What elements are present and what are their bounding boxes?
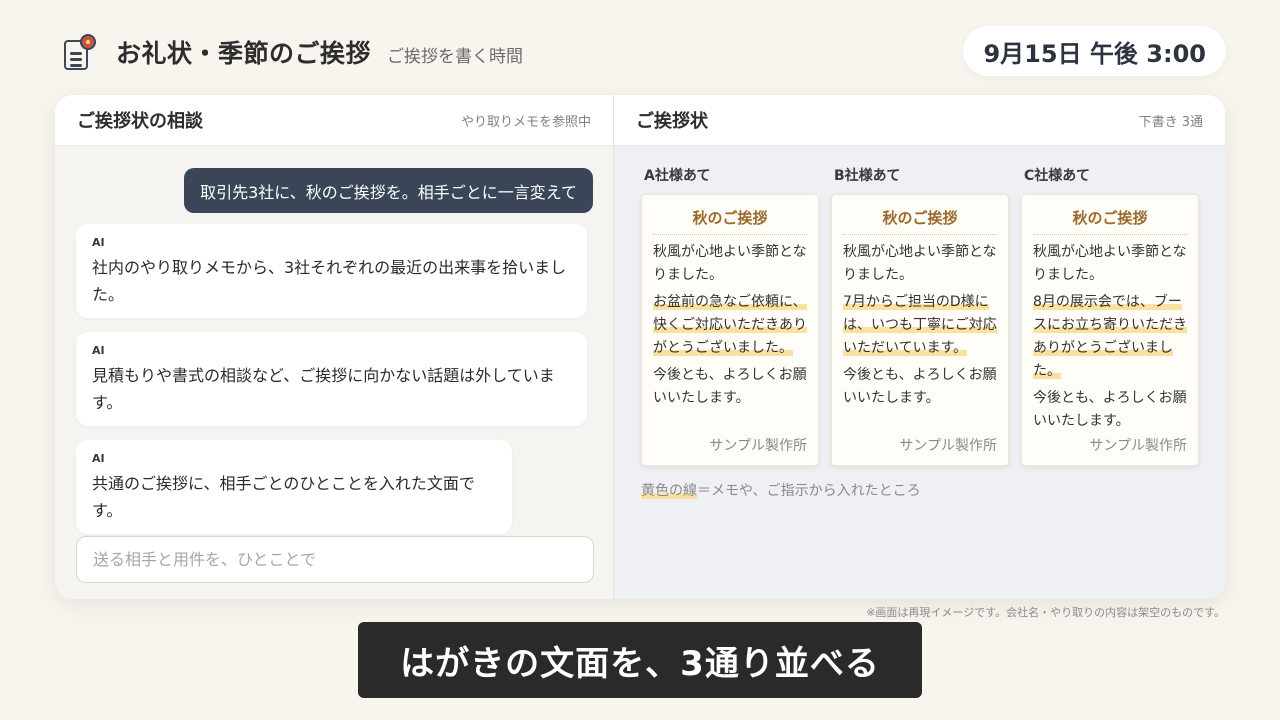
letter-recipient: B社様あて [834, 168, 901, 184]
legend-key: 黄色の線 [641, 483, 697, 499]
postcard-draft[interactable]: 秋のご挨拶 秋風が心地よい季節となりました。 8月の展示会では、ブースにお立ち寄… [1021, 194, 1199, 466]
letter-icon [62, 32, 96, 72]
ai-message: AI 見積もりや書式の相談など、ご挨拶に向かない話題は外しています。 [76, 332, 587, 426]
clock: 9月15日 午後 3:00 [963, 26, 1226, 76]
message-input[interactable] [76, 536, 594, 583]
letter-recipient: C社様あて [1024, 168, 1090, 184]
ai-message: AI 共通のご挨拶に、相手ごとのひとことを入れた文面です。 [76, 440, 512, 534]
app-subtitle: ご挨拶を書く時間 [387, 46, 524, 67]
ai-message-text: 社内のやり取りメモから、3社それぞれの最近の出来事を拾いました。 [92, 258, 567, 304]
postcard-personal-note: お盆前の急なご依頼に、快くご対応いただきありがとうございました。 [653, 294, 807, 356]
postcard-closing: 今後とも、よろしくお願いいたします。 [653, 367, 807, 406]
user-message: 取引先3社に、秋のご挨拶を。相手ごとに一言変えて [184, 168, 593, 213]
memo-reference-status: やり取りメモを参照中 [460, 114, 591, 130]
postcard-title: 秋のご挨拶 [843, 207, 997, 235]
subtitle-caption: はがきの文面を、3通り並べる [358, 622, 922, 698]
postcard-opening: 秋風が心地よい季節となりました。 [843, 244, 997, 283]
letters-panel-header: ご挨拶状 下書き 3通 [614, 95, 1225, 146]
letter-recipient: A社様あて [644, 168, 711, 184]
disclaimer: ※画面は再現イメージです。会社名・やり取りの内容は架空のものです。 [866, 606, 1225, 619]
postcard-personal-note: 8月の展示会では、ブースにお立ち寄りいただきありがとうございました。 [1033, 294, 1187, 379]
postcard-signature: サンプル製作所 [899, 438, 997, 454]
postcard-opening: 秋風が心地よい季節となりました。 [653, 244, 807, 283]
app-title: お礼状・季節のご挨拶 [116, 39, 372, 68]
chat-panel-title: ご挨拶状の相談 [77, 111, 203, 132]
letter-column: C社様あて 秋のご挨拶 秋風が心地よい季節となりました。 8月の展示会では、ブー… [1021, 165, 1199, 466]
postcard-draft[interactable]: 秋のご挨拶 秋風が心地よい季節となりました。 お盆前の急なご依頼に、快くご対応い… [641, 194, 819, 466]
postcard-personal-note: 7月からご担当のD様には、いつも丁寧にご対応いただいています。 [843, 294, 997, 356]
legend-text: ＝メモや、ご指示から入れたところ [697, 483, 921, 499]
postcard-title: 秋のご挨拶 [653, 207, 807, 235]
postcard-opening: 秋風が心地よい季節となりました。 [1033, 244, 1187, 283]
main-window: ご挨拶状の相談 やり取りメモを参照中 取引先3社に、秋のご挨拶を。相手ごとに一言… [55, 95, 1225, 599]
postcard-closing: 今後とも、よろしくお願いいたします。 [843, 367, 997, 406]
app-header: お礼状・季節のご挨拶 ご挨拶を書く時間 [62, 30, 523, 74]
draft-count: 下書き 3通 [1138, 114, 1203, 130]
letters-panel: ご挨拶状 下書き 3通 A社様あて 秋のご挨拶 秋風が心地よい季節となりました。… [614, 95, 1225, 599]
highlight-legend: 黄色の線＝メモや、ご指示から入れたところ [641, 480, 921, 500]
letter-column: B社様あて 秋のご挨拶 秋風が心地よい季節となりました。 7月からご担当のD様に… [831, 165, 1009, 466]
ai-message-text: 共通のご挨拶に、相手ごとのひとことを入れた文面です。 [92, 474, 475, 520]
chat-panel-header: ご挨拶状の相談 やり取りメモを参照中 [55, 95, 613, 146]
letter-column: A社様あて 秋のご挨拶 秋風が心地よい季節となりました。 お盆前の急なご依頼に、… [641, 165, 819, 466]
letters-panel-title: ご挨拶状 [636, 111, 708, 132]
letter-list: A社様あて 秋のご挨拶 秋風が心地よい季節となりました。 お盆前の急なご依頼に、… [641, 165, 1199, 466]
chat-panel: ご挨拶状の相談 やり取りメモを参照中 取引先3社に、秋のご挨拶を。相手ごとに一言… [55, 95, 614, 599]
ai-label: AI [92, 344, 105, 357]
ai-message-text: 見積もりや書式の相談など、ご挨拶に向かない話題は外しています。 [92, 366, 555, 412]
postcard-closing: 今後とも、よろしくお願いいたします。 [1033, 390, 1187, 429]
postcard-signature: サンプル製作所 [1089, 438, 1187, 454]
ai-label: AI [92, 452, 105, 465]
postcard-signature: サンプル製作所 [709, 438, 807, 454]
postcard-title: 秋のご挨拶 [1033, 207, 1187, 235]
postcard-draft[interactable]: 秋のご挨拶 秋風が心地よい季節となりました。 7月からご担当のD様には、いつも丁… [831, 194, 1009, 466]
ai-label: AI [92, 236, 105, 249]
ai-message: AI 社内のやり取りメモから、3社それぞれの最近の出来事を拾いました。 [76, 224, 587, 318]
